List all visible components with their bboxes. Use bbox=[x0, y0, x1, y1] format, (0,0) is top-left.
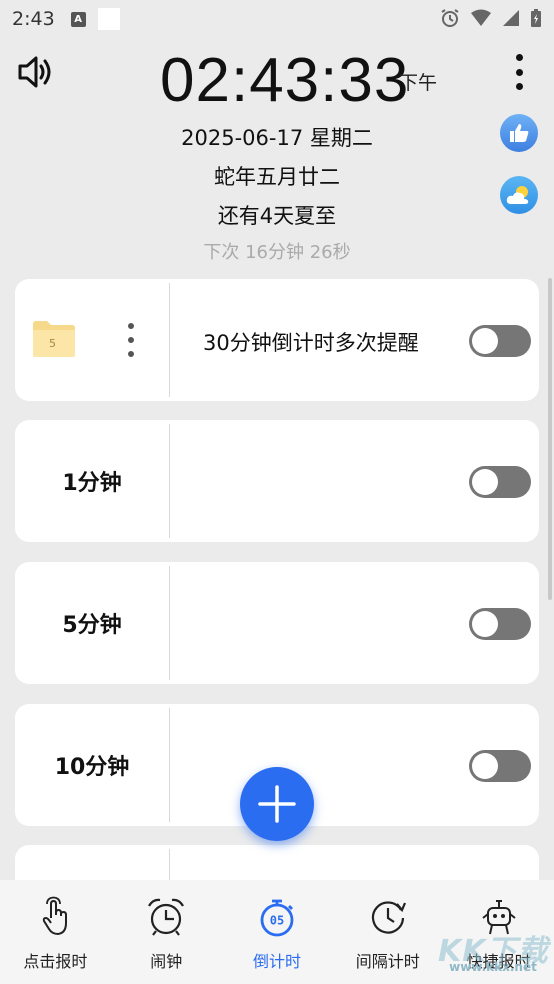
alarm-status-icon bbox=[441, 9, 459, 27]
speaker-button[interactable] bbox=[16, 52, 56, 92]
nav-interval-timer[interactable]: 间隔计时 bbox=[332, 880, 443, 984]
folder-button[interactable]: 5 bbox=[32, 320, 76, 358]
status-time: 2:43 bbox=[12, 8, 55, 30]
card-menu-button[interactable] bbox=[126, 323, 136, 357]
card-divider bbox=[169, 283, 170, 397]
am-pm-label: 下午 bbox=[399, 72, 438, 94]
date-text: 2025-06-17 星期二 bbox=[181, 126, 373, 150]
add-timer-button[interactable] bbox=[240, 767, 314, 841]
nav-label: 点击报时 bbox=[23, 952, 88, 971]
nav-label: 倒计时 bbox=[252, 952, 301, 971]
more-dot-icon bbox=[128, 351, 134, 357]
timer-toggle[interactable] bbox=[469, 608, 531, 640]
timer-label: 10分钟 bbox=[54, 755, 130, 780]
timer-card[interactable]: 5分钟 bbox=[15, 562, 539, 684]
wifi-icon bbox=[471, 9, 491, 26]
battery-icon bbox=[531, 9, 541, 27]
timer-label: 5分钟 bbox=[62, 613, 122, 638]
timer-toggle[interactable] bbox=[469, 466, 531, 498]
timer-toggle[interactable] bbox=[469, 750, 531, 782]
timer-card[interactable]: 1分钟 bbox=[15, 420, 539, 542]
interval-clock-icon bbox=[371, 901, 406, 934]
stopwatch-icon: 05 bbox=[260, 899, 294, 937]
more-dot-icon bbox=[515, 68, 523, 76]
folder-count: 5 bbox=[49, 337, 56, 350]
card-divider bbox=[169, 708, 170, 822]
more-dot-icon bbox=[515, 83, 523, 90]
notification-a-icon: A bbox=[70, 11, 86, 27]
current-time: 02:43:33 bbox=[160, 46, 410, 115]
nav-countdown[interactable]: 05 倒计时 bbox=[222, 880, 333, 984]
countdown-badge: 05 bbox=[270, 914, 284, 928]
signal-icon bbox=[503, 10, 519, 26]
alarm-clock-icon bbox=[148, 898, 185, 936]
overflow-menu-button[interactable] bbox=[508, 52, 530, 92]
more-dot-icon bbox=[515, 54, 523, 61]
more-dot-icon bbox=[128, 337, 134, 343]
scrollbar[interactable] bbox=[548, 278, 552, 600]
status-bar: 2:43 A bbox=[0, 0, 554, 38]
timer-title: 30分钟倒计时多次提醒 bbox=[203, 331, 419, 355]
solar-term-text: 还有4天夏至 bbox=[217, 204, 337, 228]
plus-icon bbox=[258, 785, 296, 823]
nav-tap-announce[interactable]: 点击报时 bbox=[0, 880, 111, 984]
nav-label: 间隔计时 bbox=[355, 952, 420, 971]
timer-toggle[interactable] bbox=[469, 325, 531, 357]
lunar-date-text: 蛇年五月廿二 bbox=[214, 165, 340, 189]
nav-alarm[interactable]: 闹钟 bbox=[111, 880, 222, 984]
tap-hand-icon bbox=[43, 896, 68, 935]
more-dot-icon bbox=[128, 323, 134, 329]
watermark-url: www.kkx.net bbox=[449, 960, 537, 974]
card-divider bbox=[169, 424, 170, 538]
timer-label: 1分钟 bbox=[62, 471, 122, 496]
card-divider bbox=[169, 566, 170, 680]
notification-blank-icon bbox=[97, 8, 120, 30]
timer-card[interactable]: 5 30分钟倒计时多次提醒 bbox=[15, 279, 539, 401]
nav-label: 闹钟 bbox=[150, 952, 183, 971]
speaker-icon bbox=[18, 56, 51, 88]
next-reminder-text: 下次 16分钟 26秒 bbox=[203, 242, 351, 263]
